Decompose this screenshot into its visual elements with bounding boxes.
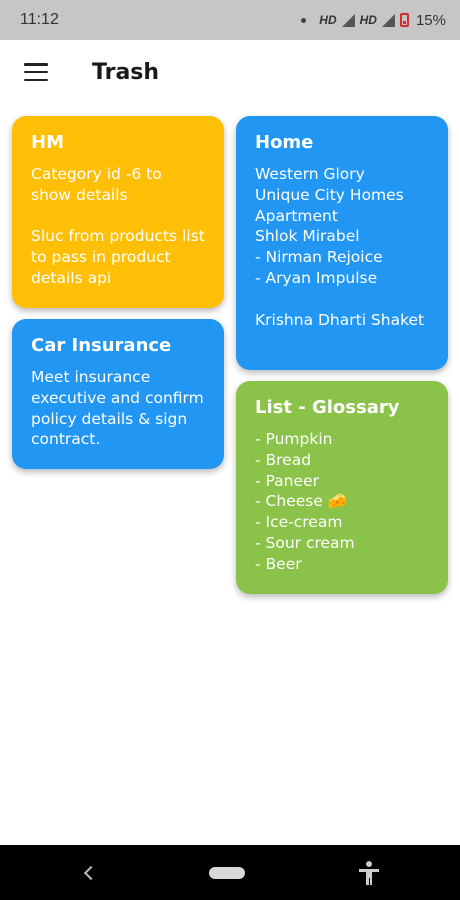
note-body: Category id -6 to show details Sluc from… — [31, 165, 205, 287]
back-icon[interactable] — [83, 865, 99, 880]
status-icons: HD HD 15% — [301, 12, 446, 29]
home-pill-icon[interactable] — [209, 866, 245, 879]
note-title: HM — [31, 132, 64, 153]
system-nav-bar — [0, 845, 460, 900]
note-title: Home — [255, 132, 314, 153]
status-time: 11:12 — [20, 11, 59, 28]
hd-indicator: HD — [319, 13, 337, 27]
note-body: Meet insurance executive and confirm pol… — [31, 368, 204, 449]
notification-dot-icon — [301, 17, 307, 23]
note-title: List - Glossary — [255, 397, 400, 418]
note-body: - Pumpkin - Bread - Paneer - Cheese 🧀 - … — [255, 430, 355, 573]
note-body: Western Glory Unique City Homes Apartmen… — [255, 165, 425, 329]
hd-indicator-2: HD — [359, 13, 377, 27]
note-card-home[interactable]: Home Western Glory Unique City Homes Apa… — [236, 116, 448, 370]
accessibility-icon[interactable] — [358, 860, 380, 885]
note-title: Car Insurance — [31, 335, 172, 356]
note-card-list-glossary[interactable]: List - Glossary - Pumpkin - Bread - Pane… — [236, 381, 448, 594]
menu-icon[interactable] — [24, 63, 48, 81]
status-bar: 11:12 HD HD 15% — [0, 0, 460, 40]
note-card-car-insurance[interactable]: Car Insurance Meet insurance executive a… — [12, 319, 224, 469]
note-card-hm[interactable]: HM Category id -6 to show details Sluc f… — [12, 116, 224, 308]
signal-icon-2 — [381, 13, 395, 27]
battery-percent: 15% — [415, 11, 446, 29]
signal-icon — [341, 13, 355, 27]
app-bar: Trash — [0, 40, 460, 104]
battery-icon — [399, 13, 409, 27]
page-title: Trash — [92, 59, 160, 85]
